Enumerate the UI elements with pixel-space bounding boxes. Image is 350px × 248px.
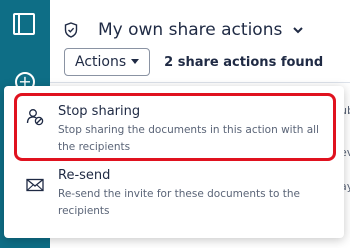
menu-item-text: Stop sharing Stop sharing the documents … (58, 104, 332, 156)
app-logo-icon[interactable] (13, 13, 35, 35)
caret-down-icon (131, 59, 140, 64)
page-header: My own share actions (64, 20, 304, 40)
chevron-down-icon[interactable] (292, 24, 304, 36)
actions-button[interactable]: Actions (64, 48, 151, 76)
stop-sharing-icon (26, 109, 44, 126)
menu-item-re-send[interactable]: Re-send Re-send the invite for these doc… (4, 166, 344, 232)
page-title: My own share actions (98, 20, 283, 40)
menu-item-description: Re-send the invite for these documents t… (58, 188, 301, 217)
menu-item-title: Stop sharing (58, 104, 141, 119)
envelope-icon (26, 178, 44, 192)
result-count: 2 share actions found (164, 54, 324, 70)
menu-item-text: Re-send Re-send the invite for these doc… (58, 168, 332, 220)
shield-icon (64, 22, 78, 38)
divider (50, 82, 350, 83)
menu-item-description: Stop sharing the documents in this actio… (58, 124, 319, 153)
actions-button-label: Actions (75, 54, 127, 70)
menu-item-title: Re-send (58, 168, 111, 183)
toolbar: Actions 2 share actions found (64, 48, 323, 76)
actions-dropdown-menu: Stop sharing Stop sharing the documents … (4, 86, 344, 238)
menu-item-stop-sharing[interactable]: Stop sharing Stop sharing the documents … (4, 92, 344, 160)
